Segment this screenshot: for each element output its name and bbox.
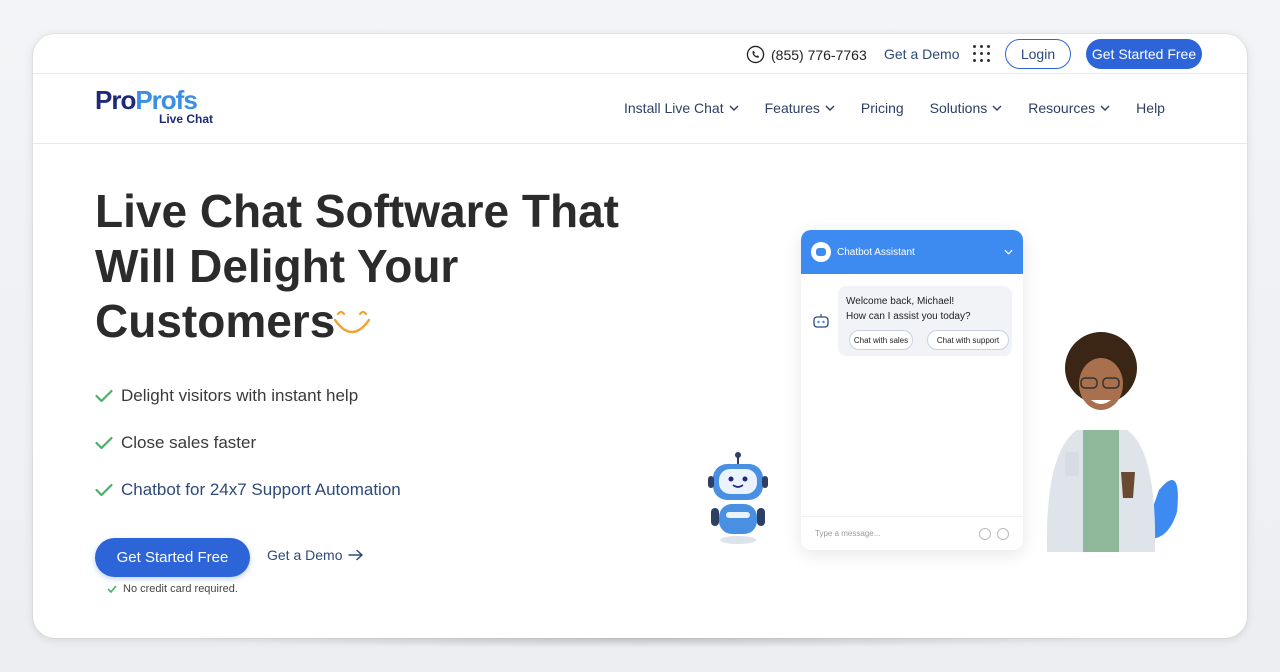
feature-item: Delight visitors with instant help	[95, 372, 401, 419]
feature-item: Chatbot for 24x7 Support Automation	[95, 466, 401, 513]
chevron-down-icon	[729, 105, 739, 111]
check-icon	[95, 389, 113, 402]
feature-text: Chatbot for 24x7 Support Automation	[121, 479, 401, 499]
smile-icon	[333, 310, 371, 334]
nav-item-features[interactable]: Features	[765, 100, 835, 116]
no-credit-card-note: No credit card required.	[107, 583, 238, 595]
chat-with-support-button[interactable]: Chat with support	[927, 330, 1009, 350]
feature-text: Close sales faster	[121, 432, 257, 452]
apps-grid-icon[interactable]	[973, 45, 990, 62]
chat-header-title: Chatbot Assistant	[837, 246, 915, 258]
main-nav: ProProfs Live Chat Install Live Chat Fea…	[33, 74, 1247, 144]
logo-wordmark: ProProfs	[95, 85, 198, 115]
hero-title-line: Live Chat Software That	[95, 185, 619, 237]
customer-photo	[1046, 332, 1178, 552]
chevron-down-icon	[992, 105, 1002, 111]
chat-widget: Chatbot Assistant Welcome back, Michael!…	[801, 230, 1023, 550]
hero-demo-label: Get a Demo	[267, 547, 343, 563]
arrow-right-icon	[348, 549, 364, 561]
nav-item-install-live-chat[interactable]: Install Live Chat	[624, 100, 739, 116]
nav-menu: Install Live Chat Features Pricing Solut…	[624, 100, 1191, 116]
hero-title-line: Will Delight Your	[95, 240, 459, 292]
page-card: (855) 776-7763 Get a Demo Login Get Star…	[33, 34, 1247, 638]
chevron-down-icon	[1100, 105, 1110, 111]
check-icon	[95, 483, 113, 496]
phone-icon	[746, 45, 765, 64]
utility-bar: (855) 776-7763 Get a Demo Login Get Star…	[33, 34, 1247, 74]
bot-avatar-icon	[811, 242, 831, 262]
nav-item-resources[interactable]: Resources	[1028, 100, 1110, 116]
chevron-down-icon	[825, 105, 835, 111]
phone-number: (855) 776-7763	[771, 46, 867, 63]
bot-icon	[813, 314, 829, 328]
logo-subtitle: Live Chat	[159, 112, 214, 126]
chevron-down-icon[interactable]	[1004, 249, 1013, 255]
nav-item-pricing[interactable]: Pricing	[861, 100, 904, 116]
chat-message-input[interactable]: Type a message...	[801, 516, 1023, 550]
chat-with-sales-button[interactable]: Chat with sales	[849, 330, 913, 350]
phone-link[interactable]: (855) 776-7763	[746, 45, 867, 64]
robot-mascot	[708, 452, 768, 544]
emoji-icon[interactable]	[997, 527, 1009, 540]
chat-input-placeholder: Type a message...	[815, 529, 881, 538]
feature-list: Delight visitors with instant help Close…	[95, 372, 401, 513]
hero-get-demo-link[interactable]: Get a Demo	[267, 547, 364, 563]
proprofs-logo[interactable]: ProProfs Live Chat	[95, 85, 213, 126]
top-get-demo-link[interactable]: Get a Demo	[884, 46, 959, 62]
hero-get-started-button[interactable]: Get Started Free	[95, 538, 250, 577]
attachment-icon[interactable]	[979, 527, 991, 540]
chat-greeting: Welcome back, Michael!	[846, 296, 955, 307]
nav-item-help[interactable]: Help	[1136, 100, 1165, 116]
nav-item-solutions[interactable]: Solutions	[930, 100, 1003, 116]
check-icon	[95, 436, 113, 449]
feature-item: Close sales faster	[95, 419, 401, 466]
login-button[interactable]: Login	[1005, 39, 1071, 69]
check-icon	[107, 585, 117, 593]
feature-text: Delight visitors with instant help	[121, 385, 359, 405]
chat-question: How can I assist you today?	[846, 311, 971, 322]
top-get-started-button[interactable]: Get Started Free	[1086, 39, 1202, 69]
chat-header[interactable]: Chatbot Assistant	[801, 230, 1023, 274]
